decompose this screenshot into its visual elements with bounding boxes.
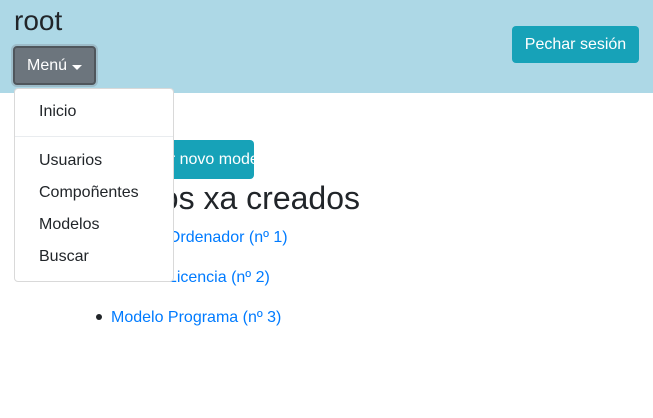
menu-dropdown: Inicio Usuarios Compoñentes Modelos Busc… — [14, 88, 174, 282]
site-title: root — [14, 5, 63, 36]
menu-item-modelos[interactable]: Modelos — [39, 215, 99, 235]
menu-item-componentes[interactable]: Compoñentes — [39, 183, 139, 203]
top-navbar: root Menú Pechar sesión — [0, 0, 653, 93]
caret-down-icon — [72, 65, 82, 70]
list-item: Modelo Programa (nº 3) — [96, 308, 281, 328]
menu-dropdown-button[interactable]: Menú — [13, 46, 96, 85]
menu-item-usuarios[interactable]: Usuarios — [39, 151, 102, 171]
menu-item-buscar[interactable]: Buscar — [39, 247, 89, 267]
menu-item-inicio[interactable]: Inicio — [39, 102, 76, 122]
logout-button[interactable]: Pechar sesión — [512, 26, 639, 63]
menu-button-label: Menú — [27, 57, 68, 74]
bullet-icon — [96, 313, 102, 320]
menu-divider — [15, 136, 173, 137]
model-link[interactable]: Modelo Programa (nº 3) — [111, 309, 281, 326]
